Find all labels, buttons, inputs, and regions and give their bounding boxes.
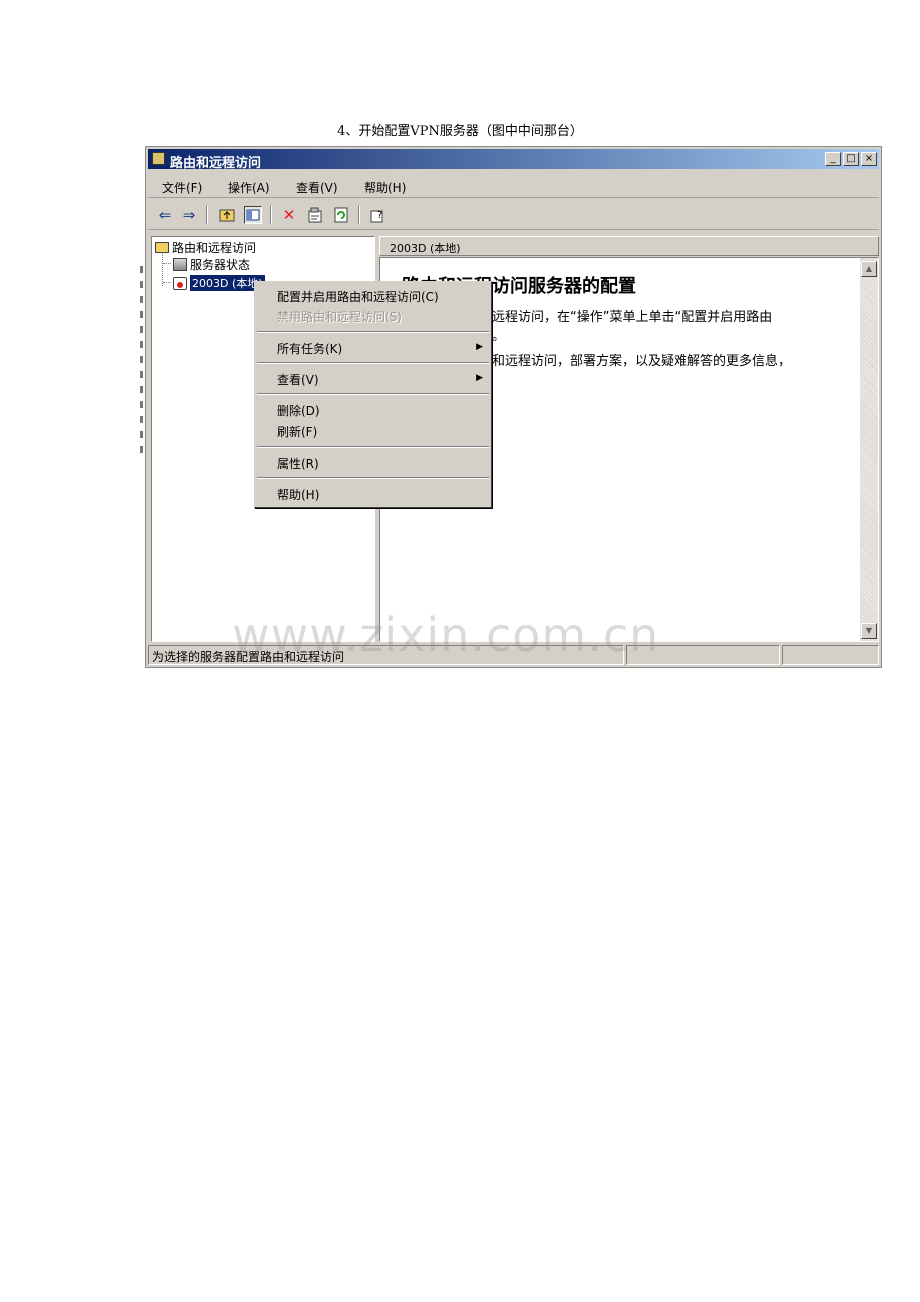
menu-file[interactable]: 文件(F) xyxy=(162,179,202,196)
menu-separator xyxy=(257,477,489,479)
status-panel xyxy=(782,645,879,665)
forward-arrow-icon[interactable]: ⇒ xyxy=(180,206,198,224)
tree-item-root[interactable]: 路由和远程访问 xyxy=(155,239,256,256)
menu-action[interactable]: 操作(A) xyxy=(228,179,270,196)
menu-item-help[interactable]: 帮助(H) xyxy=(277,486,319,503)
delete-icon[interactable]: ✕ xyxy=(280,206,298,224)
tree-connector xyxy=(162,252,163,286)
submenu-arrow-icon: ▶ xyxy=(476,373,483,383)
toolbar-separator xyxy=(206,206,208,224)
menu-separator xyxy=(257,362,489,364)
server-stopped-icon xyxy=(173,276,187,290)
menu-bar: 文件(F) 操作(A) 查看(V) 帮助(H) xyxy=(148,173,879,198)
submenu-arrow-icon: ▶ xyxy=(476,342,483,352)
app-icon xyxy=(152,152,165,165)
minimize-button[interactable]: _ xyxy=(825,152,841,166)
maximize-button[interactable]: □ xyxy=(843,152,859,166)
menu-item-delete[interactable]: 删除(D) xyxy=(277,402,320,419)
content-text-line: 远程访问，在“操作”菜单上单击“配置并启用路由 xyxy=(492,310,773,325)
document-caption: 4、开始配置VPN服务器（图中中间那台） xyxy=(337,124,583,139)
menu-item-properties[interactable]: 属性(R) xyxy=(277,455,319,472)
menu-help[interactable]: 帮助(H) xyxy=(364,179,406,196)
tree-connector xyxy=(163,282,171,283)
toolbar-separator xyxy=(270,206,272,224)
menu-item-view[interactable]: 查看(V) xyxy=(277,371,319,388)
tree-root-label: 路由和远程访问 xyxy=(172,241,257,255)
menu-item-all-tasks[interactable]: 所有任务(K) xyxy=(277,340,342,357)
menu-separator xyxy=(257,331,489,333)
svg-text:?: ? xyxy=(377,210,382,221)
back-arrow-icon[interactable]: ⇐ xyxy=(156,206,174,224)
menu-view[interactable]: 查看(V) xyxy=(296,179,338,196)
menu-item-configure[interactable]: 配置并启用路由和远程访问(C) xyxy=(277,288,439,305)
scroll-down-icon[interactable]: ▼ xyxy=(861,623,877,639)
tree-item-server[interactable]: 2003D (本地) xyxy=(173,275,265,291)
content-text-line: 和远程访问，部署方案，以及疑难解答的更多信息， xyxy=(492,354,792,369)
up-folder-icon[interactable] xyxy=(218,206,236,224)
context-menu: 配置并启用路由和远程访问(C) 禁用路由和远程访问(S) 所有任务(K) ▶ 查… xyxy=(254,281,492,508)
tree-item-server-status[interactable]: 服务器状态 xyxy=(173,256,250,273)
content-text-line: 。 xyxy=(492,329,506,344)
close-button[interactable]: × xyxy=(861,152,877,166)
help-icon[interactable]: ? xyxy=(368,206,386,224)
title-bar[interactable]: 路由和远程访问 _ □ × xyxy=(148,149,879,171)
toolbar: ⇐ ⇒ ✕ ? xyxy=(148,201,879,230)
show-tree-icon[interactable] xyxy=(244,206,262,224)
watermark: www.zixin.com.cn xyxy=(232,608,660,662)
menu-separator xyxy=(257,393,489,395)
scroll-up-icon[interactable]: ▲ xyxy=(861,261,877,277)
tree-connector xyxy=(163,263,171,264)
refresh-icon[interactable] xyxy=(332,206,350,224)
menu-item-refresh[interactable]: 刷新(F) xyxy=(277,423,317,440)
window-title: 路由和远程访问 xyxy=(170,156,262,171)
vertical-scrollbar[interactable]: ▲ ▼ xyxy=(860,258,878,641)
menu-item-disable: 禁用路由和远程访问(S) xyxy=(277,310,402,324)
properties-icon[interactable] xyxy=(306,206,324,224)
content-header: 2003D (本地) xyxy=(379,236,879,256)
toolbar-separator xyxy=(358,206,360,224)
tree-server-status-label: 服务器状态 xyxy=(190,258,251,272)
server-status-icon xyxy=(173,258,187,271)
menu-separator xyxy=(257,446,489,448)
